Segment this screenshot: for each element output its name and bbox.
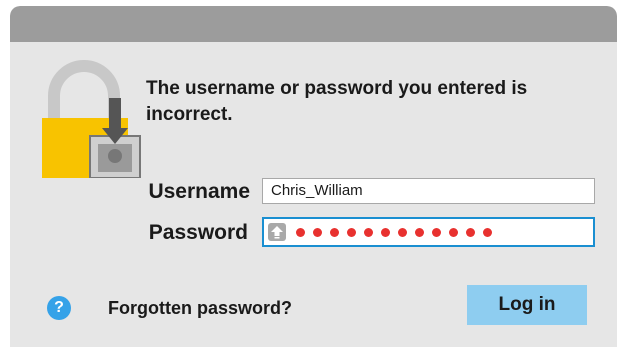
username-label: Username bbox=[148, 180, 250, 203]
help-icon[interactable]: ? bbox=[47, 296, 71, 320]
lock-icon bbox=[42, 60, 141, 178]
password-mask-dot bbox=[466, 228, 475, 237]
password-mask-dot bbox=[398, 228, 407, 237]
capslock-icon bbox=[268, 223, 286, 241]
password-mask-dot bbox=[432, 228, 441, 237]
password-label: Password bbox=[148, 221, 248, 244]
forgot-password-link[interactable]: Forgotten password? bbox=[108, 298, 292, 319]
username-field[interactable]: Chris_William bbox=[262, 178, 595, 204]
password-mask-dot bbox=[449, 228, 458, 237]
password-mask-dot bbox=[347, 228, 356, 237]
password-mask-dot bbox=[483, 228, 492, 237]
password-mask-dot bbox=[313, 228, 322, 237]
password-field[interactable] bbox=[262, 217, 595, 247]
password-mask-dot bbox=[381, 228, 390, 237]
login-button[interactable]: Log in bbox=[467, 285, 587, 325]
login-dialog: The username or password you entered is … bbox=[10, 6, 617, 347]
password-mask-dot bbox=[415, 228, 424, 237]
password-mask bbox=[296, 225, 500, 239]
password-mask-dot bbox=[296, 228, 305, 237]
error-message: The username or password you entered is … bbox=[146, 78, 528, 125]
password-mask-dot bbox=[364, 228, 373, 237]
password-mask-dot bbox=[330, 228, 339, 237]
title-bar[interactable] bbox=[10, 6, 617, 42]
